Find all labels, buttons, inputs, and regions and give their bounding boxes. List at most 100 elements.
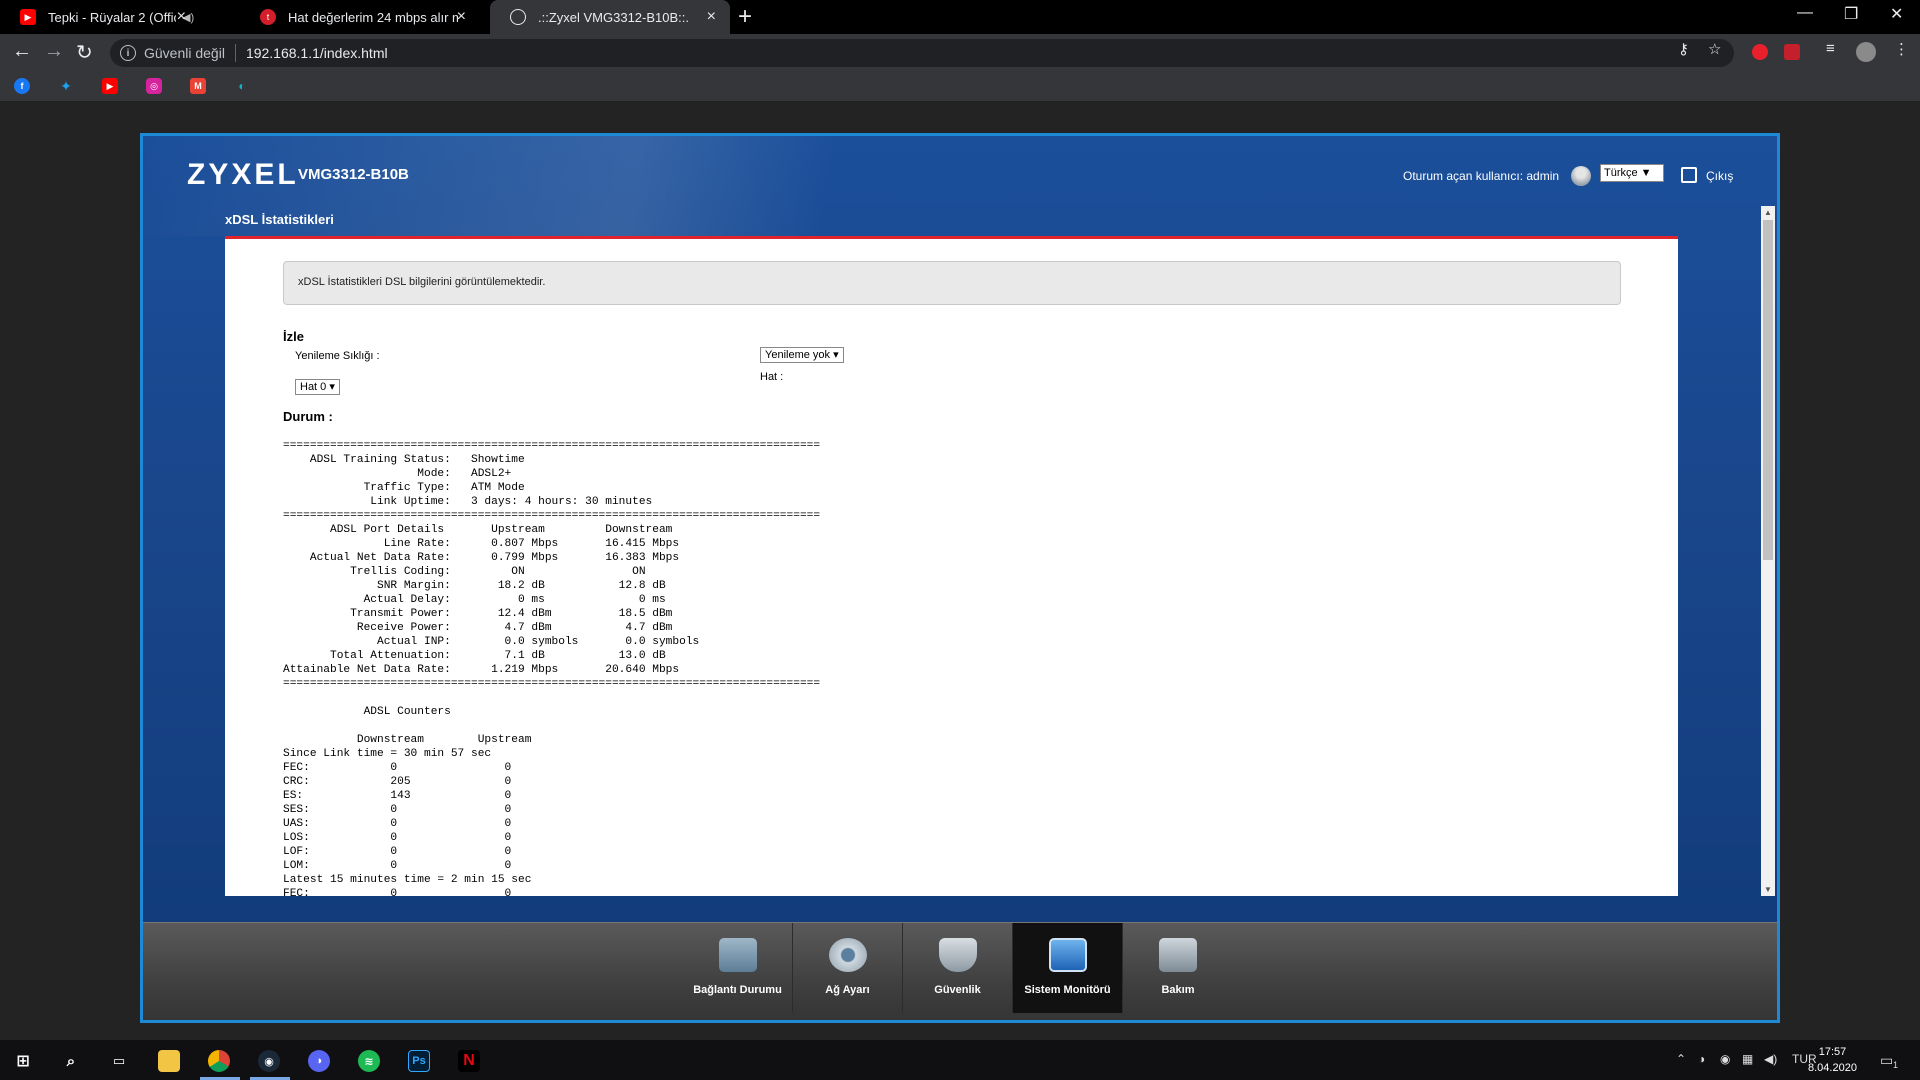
network-settings-icon: [828, 938, 867, 972]
dock-label: Bakım: [1161, 984, 1195, 996]
line-select[interactable]: Hat 0 ▾: [295, 379, 340, 395]
discord-icon[interactable]: ◑: [308, 1050, 330, 1072]
logout-link[interactable]: Çıkış: [1706, 169, 1733, 183]
address-bar[interactable]: i Güvenli değil 192.168.1.1/index.html: [110, 39, 1734, 67]
extension-icon[interactable]: [1752, 44, 1768, 60]
tab-zyxel[interactable]: .::Zyxel VMG3312-B10B::. ×: [490, 0, 730, 34]
tab-youtube[interactable]: ▶ Tepki - Rüyalar 2 (Official HD ◀) ×: [0, 0, 200, 34]
reload-icon[interactable]: ↻: [76, 40, 93, 65]
extension-icon[interactable]: [1784, 44, 1800, 60]
youtube-icon: ▶: [20, 9, 36, 25]
dock-label: Ağ Ayarı: [825, 984, 870, 996]
bookmarks-bar: f ✦ ▶ ◎ M ◐: [0, 70, 1920, 102]
page-title: xDSL İstatistikleri: [225, 212, 334, 227]
youtube-icon[interactable]: ▶: [102, 78, 118, 94]
logged-in-user: Oturum açan kullanıcı: admin: [1403, 169, 1560, 183]
restore-icon[interactable]: ❐: [1844, 4, 1858, 24]
windows-start-icon[interactable]: ⊞: [12, 1050, 34, 1072]
dock-label: Bağlantı Durumu: [693, 984, 782, 996]
globe-icon: [510, 9, 526, 25]
new-tab-icon[interactable]: +: [738, 3, 752, 31]
tab-title: Hat değerlerim 24 mbps alır mı ?: [288, 9, 458, 25]
security-label: Güvenli değil: [144, 45, 225, 61]
security-icon: [938, 938, 977, 972]
refresh-rate-value: Yenileme yok: [765, 349, 831, 361]
maintenance-icon: [1159, 938, 1197, 972]
close-icon[interactable]: ×: [177, 8, 186, 26]
info-notice: xDSL İstatistikleri DSL bilgilerini görü…: [283, 261, 1621, 305]
refresh-rate-select[interactable]: Yenileme yok ▾: [760, 347, 844, 363]
divider: [234, 44, 236, 62]
dock-label: Sistem Monitörü: [1024, 984, 1111, 996]
window-close-icon[interactable]: ✕: [1890, 4, 1903, 24]
brand-logo: ZYXEL: [187, 158, 299, 191]
bookmark-star-icon[interactable]: ☆: [1708, 40, 1721, 58]
bottom-nav-dock: Bağlantı Durumu Ağ Ayarı Güvenlik Sistem…: [143, 922, 1777, 1020]
clock-date: 8.04.2020: [1808, 1062, 1857, 1074]
task-view-icon[interactable]: ▭: [108, 1050, 130, 1072]
content-panel: xDSL İstatistikleri DSL bilgilerini görü…: [225, 236, 1678, 896]
gmail-icon[interactable]: M: [190, 78, 206, 94]
system-monitor-icon: [1048, 938, 1087, 972]
scroll-up-icon[interactable]: ▲: [1764, 208, 1772, 217]
twitter-icon[interactable]: ✦: [58, 78, 74, 94]
menu-icon[interactable]: ⋮: [1894, 40, 1909, 58]
steam-icon[interactable]: ◉: [258, 1050, 280, 1072]
system-clock[interactable]: 17:57 8.04.2020: [1808, 1044, 1857, 1076]
language-value: Türkçe: [1604, 167, 1638, 179]
search-icon[interactable]: ⌕: [60, 1050, 82, 1072]
dock-label: Güvenlik: [934, 984, 981, 996]
refresh-rate-label: Yenileme Sıklığı :: [295, 350, 380, 362]
xdsl-stats-text: ========================================…: [283, 440, 821, 896]
instagram-icon[interactable]: ◎: [146, 78, 162, 94]
info-icon[interactable]: i: [120, 45, 136, 61]
clock-time: 17:57: [1818, 1046, 1847, 1058]
steam-tray-icon[interactable]: ◉: [1720, 1052, 1730, 1066]
notification-icon[interactable]: ▭: [1880, 1052, 1893, 1069]
close-icon[interactable]: ×: [457, 8, 466, 26]
file-explorer-icon[interactable]: [158, 1050, 180, 1072]
minimize-icon[interactable]: —: [1797, 4, 1813, 22]
spotify-icon[interactable]: ≋: [358, 1050, 380, 1072]
tab-title: .::Zyxel VMG3312-B10B::.: [538, 9, 688, 25]
back-icon[interactable]: ←: [12, 40, 32, 63]
header-sheen: [143, 136, 1777, 236]
facebook-icon[interactable]: f: [14, 78, 30, 94]
technopat-icon: t: [260, 9, 276, 25]
browser-tab-bar: ▶ Tepki - Rüyalar 2 (Official HD ◀) × t …: [0, 0, 1920, 34]
chevron-up-icon[interactable]: ⌃: [1676, 1052, 1686, 1066]
chrome-icon[interactable]: [208, 1050, 230, 1072]
bookmark-icon[interactable]: ◐: [234, 78, 250, 94]
network-icon[interactable]: ▦: [1742, 1052, 1753, 1066]
status-heading: Durum :: [283, 409, 333, 424]
scroll-thumb[interactable]: [1763, 220, 1773, 560]
notification-count: 1: [1893, 1060, 1899, 1070]
forward-icon[interactable]: →: [44, 40, 64, 63]
url-text[interactable]: 192.168.1.1/index.html: [246, 45, 388, 61]
model-name: VMG3312-B10B: [298, 166, 409, 183]
profile-avatar[interactable]: [1856, 42, 1876, 62]
dock-maintenance[interactable]: Bakım: [1123, 923, 1233, 1013]
line-label: Hat :: [760, 371, 784, 383]
dock-connection-status[interactable]: Bağlantı Durumu: [683, 923, 793, 1013]
logout-icon[interactable]: [1681, 167, 1697, 183]
connection-status-icon: [718, 938, 757, 972]
dock-network-settings[interactable]: Ağ Ayarı: [793, 923, 903, 1013]
page-viewport: ZYXEL VMG3312-B10B Oturum açan kullanıcı…: [0, 102, 1920, 1040]
netflix-icon[interactable]: N: [458, 1050, 480, 1072]
router-admin-frame: ZYXEL VMG3312-B10B Oturum açan kullanıcı…: [140, 133, 1780, 1023]
browser-toolbar: ← → ↻ i Güvenli değil 192.168.1.1/index.…: [0, 34, 1920, 70]
scroll-down-icon[interactable]: ▼: [1764, 885, 1772, 894]
tab-technopat[interactable]: t Hat değerlerim 24 mbps alır mı ? ×: [240, 0, 480, 34]
media-icon[interactable]: ≡: [1826, 40, 1835, 57]
volume-icon[interactable]: ◀): [1764, 1052, 1777, 1066]
language-select[interactable]: Türkçe ▼: [1600, 164, 1664, 182]
key-icon[interactable]: ⚷: [1678, 40, 1689, 58]
scrollbar[interactable]: ▲ ▼: [1761, 206, 1775, 896]
photoshop-icon[interactable]: Ps: [408, 1050, 430, 1072]
dock-security[interactable]: Güvenlik: [903, 923, 1013, 1013]
close-icon[interactable]: ×: [707, 8, 716, 26]
discord-tray-icon[interactable]: ◑: [1698, 1052, 1705, 1066]
dock-system-monitor[interactable]: Sistem Monitörü: [1013, 923, 1123, 1013]
tab-title: Tepki - Rüyalar 2 (Official HD: [48, 9, 176, 25]
